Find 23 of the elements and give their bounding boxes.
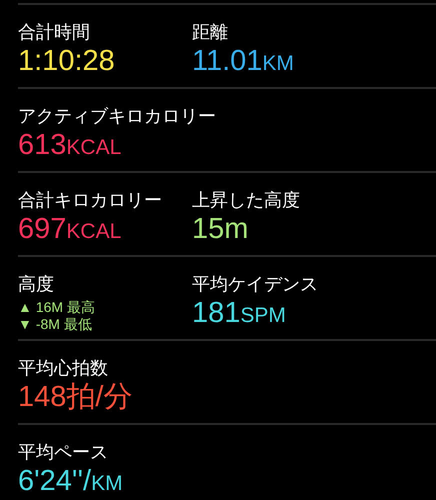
metric-value: 6'24''/KM — [18, 464, 123, 499]
metric-value: 697KCAL — [18, 212, 122, 247]
metric-label: アクティブキロカロリー — [18, 106, 216, 128]
metric-label: 平均ペース — [18, 442, 108, 464]
metric-label: 距離 — [192, 22, 228, 44]
altitude-label: 最高 — [67, 299, 96, 316]
metric-value: 613KCAL — [18, 128, 122, 163]
metric-value: 11.01KM — [192, 44, 294, 79]
metric-value: 15m — [192, 212, 248, 246]
metric-label: 合計時間 — [18, 22, 90, 44]
metric-label: 平均ケイデンス — [192, 274, 318, 296]
metric-label: 高度 — [18, 274, 54, 296]
down-triangle-icon: ▼ — [18, 316, 32, 333]
up-triangle-icon: ▲ — [18, 299, 32, 316]
altitude-value: 16M — [36, 299, 64, 316]
metric-label: 平均心拍数 — [18, 358, 108, 380]
metric-label: 上昇した高度 — [192, 190, 300, 212]
altitude-label: 最低 — [64, 316, 92, 333]
metric-label: 合計キロカロリー — [18, 190, 162, 212]
metric-value: 181SPM — [192, 296, 286, 331]
altitude-value: -8M — [36, 316, 60, 333]
metric-value: 148拍/分 — [18, 380, 132, 414]
metric-value: 1:10:28 — [18, 44, 115, 78]
